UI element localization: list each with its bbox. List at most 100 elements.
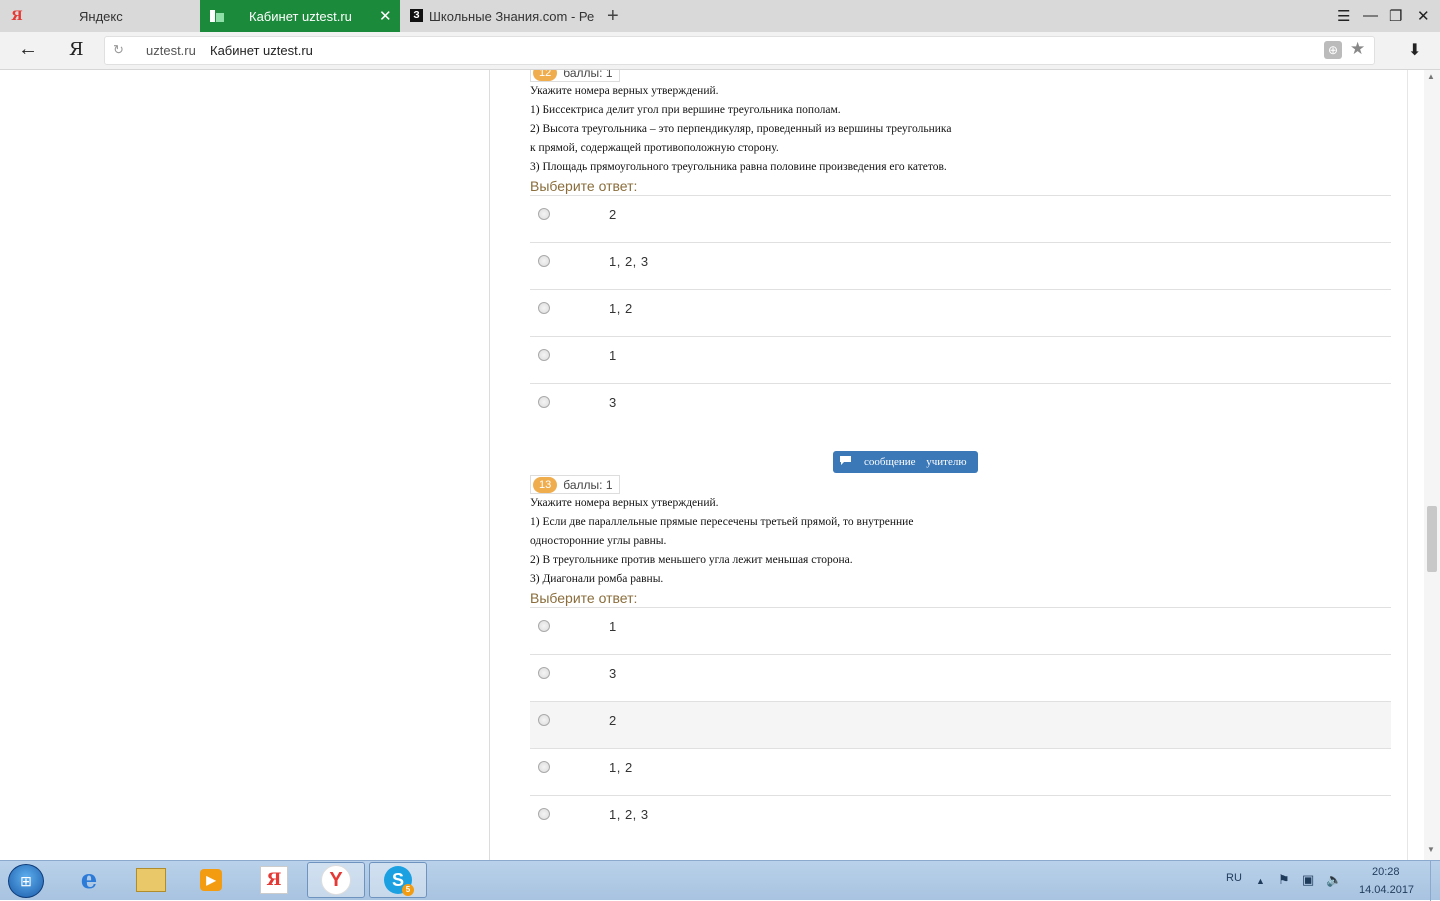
clock-date[interactable]: 14.04.2017 (1359, 884, 1414, 896)
answer-option[interactable]: 1, 2, 3 (530, 243, 1391, 290)
scroll-up-arrow-icon[interactable]: ▲ (1427, 72, 1435, 81)
yandex-logo-icon: Я (260, 866, 288, 894)
answer-prompt: Выберите ответ: (530, 178, 638, 194)
yandex-app-icon[interactable]: Я (245, 862, 303, 898)
answer-option[interactable]: 1, 2 (530, 749, 1391, 796)
yandex-browser-logo-icon: Y (321, 865, 351, 895)
answer-option[interactable]: 1, 2, 3 (530, 796, 1391, 842)
action-center-flag-icon[interactable]: ⚑ (1278, 872, 1290, 888)
internet-explorer-icon[interactable]: e (60, 862, 118, 898)
language-indicator[interactable]: RU (1226, 872, 1242, 884)
message-button-label: сообщение учителю (864, 456, 967, 468)
tab-uztest[interactable]: Кабинет uztest.ru ✕ (200, 0, 400, 32)
tab-title: Школьные Знания.com - Ре (429, 9, 594, 24)
start-button[interactable]: ⊞ (8, 864, 44, 898)
question-number: 12 (533, 70, 558, 81)
answer-text: 1, 2 (609, 760, 633, 775)
scrollbar-thumb[interactable] (1427, 506, 1437, 572)
answer-option[interactable]: 1 (530, 337, 1391, 384)
question-number: 13 (533, 476, 558, 493)
yandex-home-button[interactable]: Я (69, 39, 84, 60)
yandex-browser-icon[interactable]: Y (307, 862, 365, 898)
tab-yandex[interactable]: Я Яндекс (0, 0, 200, 32)
clock-time[interactable]: 20:28 (1372, 866, 1400, 878)
speech-bubble-icon (839, 455, 852, 470)
content-right-border (1407, 70, 1408, 860)
answer-list: 1 3 2 1, 2 1, 2, 3 (530, 607, 1391, 842)
answer-list: 2 1, 2, 3 1, 2 1 3 (530, 195, 1391, 430)
radio-button[interactable] (538, 208, 550, 220)
menu-icon[interactable]: ☰ (1337, 7, 1350, 25)
address-page-title: Кабинет uztest.ru (210, 43, 313, 58)
radio-button[interactable] (538, 667, 550, 679)
question-text: Укажите номера верных утверждений. 1) Би… (530, 85, 952, 173)
back-button[interactable]: ← (18, 38, 38, 61)
scroll-down-arrow-icon[interactable]: ▼ (1427, 845, 1435, 854)
radio-button[interactable] (538, 620, 550, 632)
question-text: Укажите номера верных утверждений. 1) Ес… (530, 497, 914, 585)
answer-option[interactable]: 1, 2 (530, 290, 1391, 337)
answer-text: 1 (609, 348, 617, 363)
download-icon[interactable]: ⬇ (1408, 40, 1421, 60)
znania-favicon-icon: З (410, 9, 423, 22)
answer-option-hovered[interactable]: 2 (530, 702, 1391, 749)
close-tab-icon[interactable]: ✕ (379, 7, 392, 25)
navigation-bar: ← Я ↻ uztest.ru Кабинет uztest.ru ⊕ ★ ⬇ (0, 32, 1440, 70)
answer-text: 1, 2, 3 (609, 807, 649, 822)
vertical-scrollbar[interactable]: ▲ ▼ (1424, 70, 1440, 860)
address-bar[interactable]: ↻ uztest.ru Кабинет uztest.ru ⊕ ★ (104, 36, 1375, 65)
minimize-button[interactable]: — (1363, 7, 1378, 24)
play-icon: ▶ (200, 869, 222, 891)
new-tab-button[interactable]: + (607, 5, 619, 28)
tab-title: Кабинет uztest.ru (249, 9, 352, 24)
answer-text: 1, 2, 3 (609, 254, 649, 269)
reload-icon[interactable]: ↻ (113, 42, 124, 58)
show-desktop-button[interactable] (1430, 861, 1440, 901)
left-column (0, 70, 490, 860)
radio-button[interactable] (538, 808, 550, 820)
question-header: 13 баллы: 1 (530, 475, 1391, 494)
restore-button[interactable]: ❐ (1389, 7, 1402, 25)
answer-text: 3 (609, 666, 617, 681)
radio-button[interactable] (538, 761, 550, 773)
answer-option[interactable]: 3 (530, 655, 1391, 702)
answer-text: 1, 2 (609, 301, 633, 316)
question-points: баллы: 1 (563, 70, 613, 80)
radio-button[interactable] (538, 396, 550, 408)
folder-icon (136, 868, 166, 892)
radio-button[interactable] (538, 349, 550, 361)
tab-title: Яндекс (79, 9, 123, 24)
answer-option[interactable]: 3 (530, 384, 1391, 430)
radio-button[interactable] (538, 714, 550, 726)
question-points: баллы: 1 (563, 477, 613, 492)
file-explorer-icon[interactable] (122, 862, 180, 898)
yandex-favicon-icon: Я (11, 8, 23, 24)
question-header: 12 баллы: 1 (530, 70, 1391, 82)
answer-text: 3 (609, 395, 617, 410)
radio-button[interactable] (538, 255, 550, 267)
radio-button[interactable] (538, 302, 550, 314)
show-hidden-icons-icon[interactable]: ▲ (1256, 876, 1265, 886)
media-player-icon[interactable]: ▶ (182, 862, 240, 898)
tab-znania[interactable]: З Школьные Знания.com - Ре (400, 0, 600, 32)
close-window-button[interactable]: ✕ (1417, 7, 1430, 25)
answer-text: 1 (609, 619, 617, 634)
network-icon[interactable]: ▣ (1302, 872, 1314, 888)
answer-text: 2 (609, 713, 617, 728)
page-viewport: 12 баллы: 1 Укажите номера верных утверж… (0, 70, 1440, 860)
answer-option[interactable]: 1 (530, 608, 1391, 655)
question-13: 13 баллы: 1 Укажите номера верных утверж… (530, 475, 1391, 842)
question-12: 12 баллы: 1 Укажите номера верных утверж… (530, 70, 1391, 430)
tab-bar: Я Яндекс Кабинет uztest.ru ✕ З Школьные … (0, 0, 1440, 32)
protect-icon[interactable]: ⊕ (1324, 41, 1342, 59)
answer-option[interactable]: 2 (530, 196, 1391, 243)
answer-prompt: Выберите ответ: (530, 590, 638, 606)
skype-icon[interactable]: S 5 (369, 862, 427, 898)
bookmark-star-icon[interactable]: ★ (1350, 39, 1365, 59)
question-badge: 12 баллы: 1 (530, 70, 620, 82)
volume-icon[interactable]: 🔈 (1326, 872, 1342, 888)
windows-taskbar: ⊞ e ▶ Я Y S 5 RU ▲ ⚑ ▣ 🔈 20:28 14.04.201… (0, 860, 1440, 901)
uztest-favicon-icon (210, 9, 224, 23)
message-teacher-button[interactable]: сообщение учителю (833, 451, 978, 473)
skype-logo-icon: S 5 (384, 866, 414, 896)
